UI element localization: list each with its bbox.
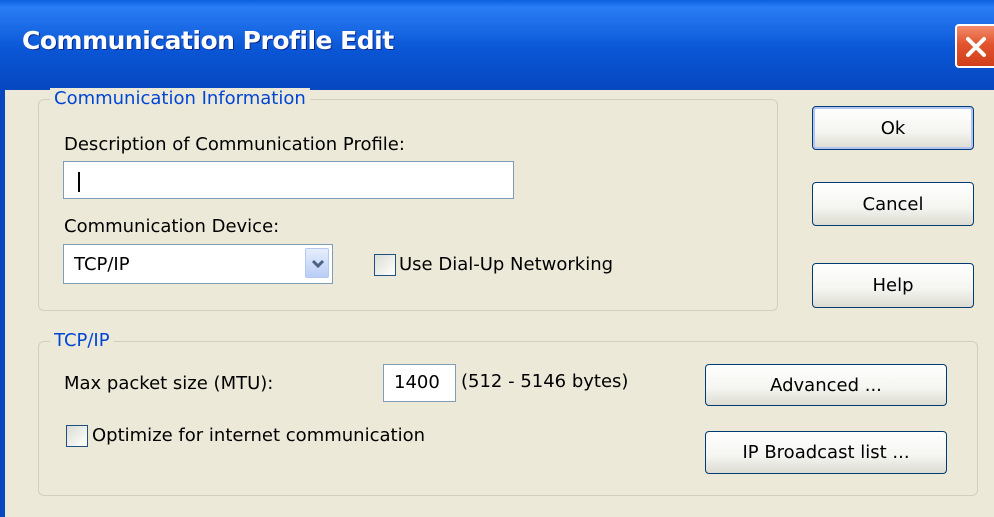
- advanced-button[interactable]: Advanced ...: [705, 364, 947, 406]
- mtu-input[interactable]: 1400: [383, 364, 456, 402]
- chevron-down-icon: [311, 259, 325, 269]
- tcpip-legend: TCP/IP: [50, 330, 114, 352]
- device-selected-value: TCP/IP: [74, 254, 130, 275]
- cancel-button[interactable]: Cancel: [812, 182, 974, 226]
- title-bar[interactable]: Communication Profile Edit: [0, 0, 994, 90]
- ip-broadcast-list-button[interactable]: IP Broadcast list ...: [705, 431, 947, 474]
- optimize-checkbox[interactable]: [66, 425, 88, 447]
- help-button[interactable]: Help: [812, 263, 974, 308]
- close-button[interactable]: [955, 24, 994, 68]
- window-frame-left: [0, 90, 5, 517]
- mtu-label: Max packet size (MTU):: [64, 373, 274, 394]
- dialup-checkbox[interactable]: [374, 254, 396, 276]
- mtu-value: 1400: [394, 372, 440, 393]
- mtu-range-hint: (512 - 5146 bytes): [461, 371, 629, 392]
- device-label: Communication Device:: [64, 216, 280, 237]
- close-icon: [966, 37, 986, 57]
- window-title: Communication Profile Edit: [22, 26, 394, 55]
- dialup-label: Use Dial-Up Networking: [399, 254, 614, 275]
- dropdown-button[interactable]: [305, 248, 329, 278]
- optimize-label: Optimize for internet communication: [92, 425, 425, 446]
- communication-information-legend: Communication Information: [50, 88, 310, 110]
- device-select[interactable]: TCP/IP: [63, 244, 333, 284]
- ok-button[interactable]: Ok: [812, 106, 974, 150]
- description-label: Description of Communication Profile:: [64, 134, 405, 155]
- description-input[interactable]: [63, 161, 514, 199]
- text-caret: [78, 172, 80, 192]
